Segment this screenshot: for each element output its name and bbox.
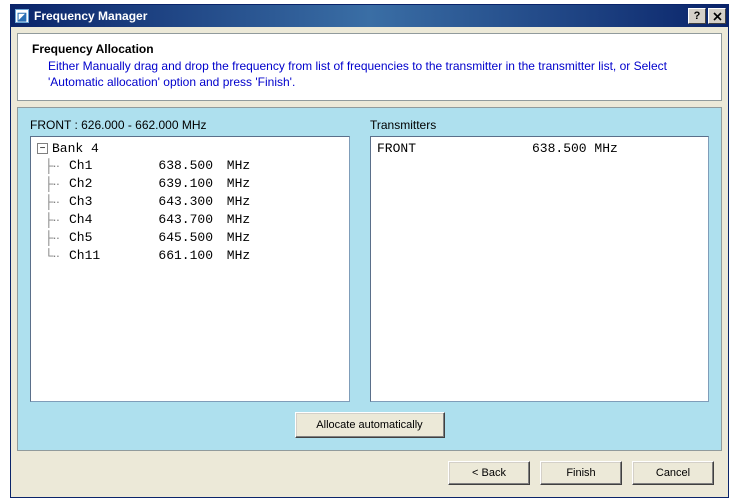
channel-unit: MHz <box>219 158 250 173</box>
tree-connector-icon: └·· <box>39 248 69 263</box>
body-panel: FRONT : 626.000 - 662.000 MHz Transmitte… <box>17 107 722 451</box>
channel-name: Ch4 <box>69 212 139 227</box>
channel-item[interactable]: ├··Ch5645.500 MHz <box>39 228 343 246</box>
tree-connector-icon: ├·· <box>39 212 69 227</box>
transmitter-name: FRONT <box>377 141 532 156</box>
page-title: Frequency Allocation <box>32 42 707 56</box>
close-icon <box>713 12 722 21</box>
transmitter-list[interactable]: FRONT638.500 MHz <box>370 136 709 402</box>
channel-unit: MHz <box>219 212 250 227</box>
bank-node[interactable]: − Bank 4 <box>37 141 343 156</box>
channel-frequency: 643.300 <box>139 194 219 209</box>
channel-item[interactable]: └··Ch11661.100 MHz <box>39 246 343 264</box>
channel-name: Ch11 <box>69 248 139 263</box>
finish-button[interactable]: Finish <box>540 461 622 485</box>
help-button[interactable]: ? <box>688 8 706 24</box>
cancel-button[interactable]: Cancel <box>632 461 714 485</box>
channel-name: Ch1 <box>69 158 139 173</box>
tree-connector-icon: ├·· <box>39 230 69 245</box>
wizard-footer: < Back Finish Cancel <box>17 457 722 491</box>
app-icon: ◪ <box>15 9 29 23</box>
transmitter-frequency: 638.500 MHz <box>532 141 618 156</box>
back-button[interactable]: < Back <box>448 461 530 485</box>
bank-label: Bank 4 <box>52 141 99 156</box>
close-button[interactable] <box>708 8 726 24</box>
channel-item[interactable]: ├··Ch4643.700 MHz <box>39 210 343 228</box>
channel-frequency: 639.100 <box>139 176 219 191</box>
titlebar[interactable]: ◪ Frequency Manager ? <box>11 5 728 27</box>
channel-frequency: 643.700 <box>139 212 219 227</box>
page-description: Either Manually drag and drop the freque… <box>32 58 707 90</box>
tree-connector-icon: ├·· <box>39 194 69 209</box>
channel-unit: MHz <box>219 230 250 245</box>
channel-item[interactable]: ├··Ch3643.300 MHz <box>39 192 343 210</box>
collapse-icon[interactable]: − <box>37 143 48 154</box>
header-panel: Frequency Allocation Either Manually dra… <box>17 33 722 101</box>
channel-name: Ch3 <box>69 194 139 209</box>
frequency-list-label: FRONT : 626.000 - 662.000 MHz <box>30 118 350 132</box>
channel-item[interactable]: ├··Ch2639.100 MHz <box>39 174 343 192</box>
client-area: Frequency Allocation Either Manually dra… <box>11 27 728 497</box>
channel-frequency: 661.100 <box>139 248 219 263</box>
transmitters-label: Transmitters <box>370 118 436 132</box>
channel-frequency: 638.500 <box>139 158 219 173</box>
frequency-manager-window: ◪ Frequency Manager ? Frequency Allocati… <box>10 4 729 498</box>
channel-unit: MHz <box>219 248 250 263</box>
window-title: Frequency Manager <box>34 9 686 23</box>
tree-connector-icon: ├·· <box>39 158 69 173</box>
transmitter-item[interactable]: FRONT638.500 MHz <box>377 141 702 156</box>
channel-unit: MHz <box>219 194 250 209</box>
channel-item[interactable]: ├··Ch1638.500 MHz <box>39 156 343 174</box>
channel-name: Ch5 <box>69 230 139 245</box>
tree-connector-icon: ├·· <box>39 176 69 191</box>
channel-unit: MHz <box>219 176 250 191</box>
allocate-automatically-button[interactable]: Allocate automatically <box>295 412 445 438</box>
frequency-list[interactable]: − Bank 4 ├··Ch1638.500 MHz ├··Ch2639.100… <box>30 136 350 402</box>
channel-name: Ch2 <box>69 176 139 191</box>
channel-frequency: 645.500 <box>139 230 219 245</box>
